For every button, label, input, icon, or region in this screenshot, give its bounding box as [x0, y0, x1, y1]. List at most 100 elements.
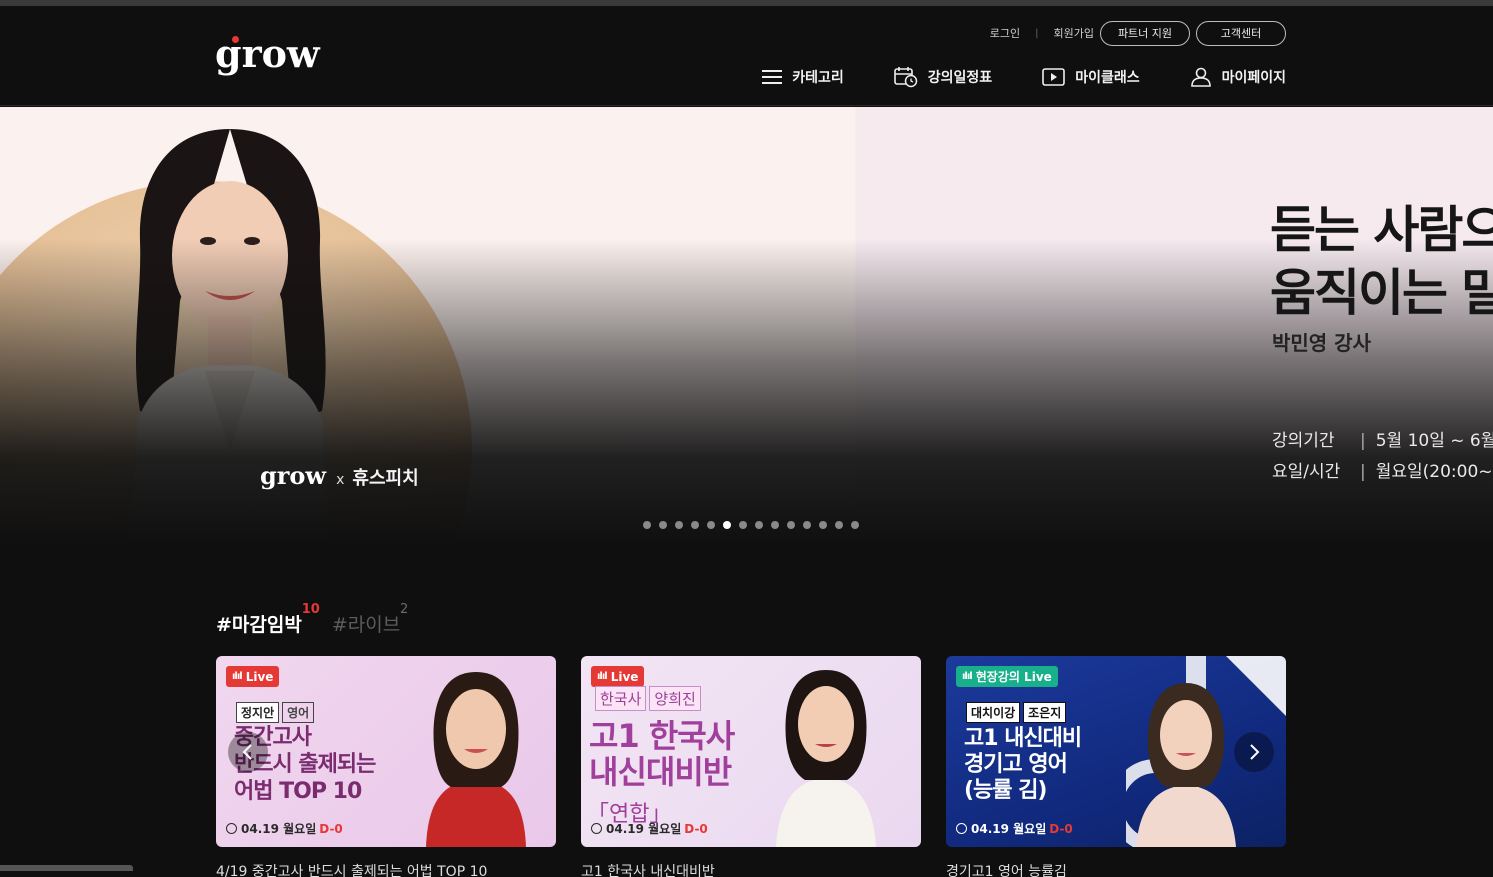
tab-label: #라이브: [332, 614, 400, 636]
subject-tag: 한국사: [595, 686, 646, 711]
headline-line: 고1 내신대비: [964, 726, 1081, 752]
course-carousel: ılılLive 정지안 영어 중간고사 반드시 출제되는 어법 TOP 10 …: [216, 656, 1311, 877]
d-day-badge: D-0: [1049, 822, 1073, 836]
course-thumbnail[interactable]: ılıl현장강의 Live 대치이강 조은지 고1 내신대비 경기고 영어 (능…: [946, 656, 1286, 847]
subject-tag: 영어: [282, 702, 314, 723]
carousel-dot[interactable]: [723, 521, 731, 529]
hero-period-row: 강의기간|5월 10일 ~ 6월: [1272, 426, 1493, 457]
instructor-tag: 양희진: [649, 686, 700, 711]
hero-gradient-overlay: [0, 107, 1493, 545]
course-card[interactable]: ılıl현장강의 Live 대치이강 조은지 고1 내신대비 경기고 영어 (능…: [946, 656, 1286, 877]
horizontal-scrollbar[interactable]: [0, 865, 133, 871]
menu-icon: [762, 69, 782, 85]
headline-line: (능률 김): [964, 778, 1081, 804]
nav-label-schedule: 강의일정표: [928, 67, 992, 87]
tab-live[interactable]: #라이브2: [332, 610, 400, 637]
carousel-pagination: [643, 521, 867, 529]
carousel-next-button[interactable]: [1234, 732, 1274, 772]
video-icon: [1042, 68, 1065, 86]
hero-collab-label: grow x 휴스피치: [260, 461, 419, 490]
logo-dot: [232, 36, 239, 43]
nav-label-category: 카테고리: [792, 67, 844, 87]
schedule-date: 04.19 월요일D-0: [226, 820, 343, 837]
grow-logo[interactable]: grow: [215, 34, 320, 74]
tab-label: #마감임박: [216, 614, 302, 636]
info-divider: |: [1360, 462, 1366, 482]
thumbnail-headline: 고1 내신대비 경기고 영어 (능률 김): [964, 726, 1081, 804]
date-text: 04.19 월요일: [606, 820, 681, 837]
collab-brand: grow: [260, 461, 326, 490]
hero-banner[interactable]: grow x 휴스피치 듣는 사람으 움직이는 말 박민영 강사 강의기간|5월…: [0, 107, 1493, 545]
nav-item-mypage[interactable]: 마이페이지: [1190, 67, 1286, 87]
carousel-dot[interactable]: [691, 521, 699, 529]
login-link[interactable]: 로그인: [990, 25, 1020, 41]
course-thumbnail[interactable]: ılılLive 정지안 영어 중간고사 반드시 출제되는 어법 TOP 10 …: [216, 656, 556, 847]
carousel-dot[interactable]: [707, 521, 715, 529]
live-badge-label: Live: [611, 670, 639, 684]
carousel-dot[interactable]: [819, 521, 827, 529]
nav-item-schedule[interactable]: 강의일정표: [894, 66, 992, 88]
date-text: 04.19 월요일: [241, 820, 316, 837]
hero-title-line2: 움직이는 말: [1270, 262, 1493, 325]
collab-partner: 휴스피치: [352, 464, 418, 490]
chevron-right-icon: [1247, 743, 1261, 761]
course-card[interactable]: ılılLive 한국사 양희진 고1 한국사 내신대비반 「연합」 04.19…: [581, 656, 921, 877]
carousel-dot[interactable]: [675, 521, 683, 529]
carousel-prev-button[interactable]: [228, 732, 268, 772]
carousel-dot[interactable]: [787, 521, 795, 529]
nav-item-myclass[interactable]: 마이클래스: [1042, 67, 1139, 87]
section-tabs: #마감임박10 #라이브2: [216, 610, 430, 637]
clock-icon: [956, 823, 967, 834]
instructor-photo: [761, 662, 891, 847]
carousel-dot[interactable]: [835, 521, 843, 529]
user-icon: [1190, 67, 1212, 87]
signup-link[interactable]: 회원가입: [1054, 25, 1094, 41]
time-label: 요일/시간: [1272, 457, 1352, 488]
course-title[interactable]: 경기고1 영어 능률김: [946, 861, 1286, 877]
hero-info: 강의기간|5월 10일 ~ 6월 요일/시간 | 월요일(20:00~2: [1272, 426, 1493, 488]
hero-title-line1: 듣는 사람으: [1270, 199, 1493, 262]
d-day-badge: D-0: [319, 822, 343, 836]
schedule-date: 04.19 월요일D-0: [956, 820, 1073, 837]
schedule-date: 04.19 월요일D-0: [591, 820, 708, 837]
carousel-dot[interactable]: [851, 521, 859, 529]
carousel-dot[interactable]: [643, 521, 651, 529]
audio-wave-icon: ılıl: [597, 671, 607, 682]
course-title[interactable]: 고1 한국사 내신대비반: [581, 861, 921, 877]
live-badge: ılıl Live: [591, 666, 644, 687]
instructor-photo: [406, 667, 546, 847]
hero-title: 듣는 사람으 움직이는 말: [1270, 199, 1493, 325]
carousel-dot[interactable]: [771, 521, 779, 529]
d-day-badge: D-0: [684, 822, 708, 836]
nav-item-category[interactable]: 카테고리: [762, 67, 844, 87]
instructor-tags: 대치이강 조은지: [966, 702, 1069, 723]
live-badge-label: Live: [246, 670, 274, 684]
course-title[interactable]: 4/19 중간고사 반드시 출제되는 어법 TOP 10: [216, 861, 556, 877]
headline-line: 어법 TOP 10: [234, 778, 375, 805]
thumbnail-headline: 고1 한국사 내신대비반: [589, 718, 734, 790]
live-badge: ılıl Live: [226, 666, 279, 687]
course-thumbnail[interactable]: ılılLive 한국사 양희진 고1 한국사 내신대비반 「연합」 04.19…: [581, 656, 921, 847]
carousel-dot[interactable]: [659, 521, 667, 529]
customer-center-button[interactable]: 고객센터: [1196, 21, 1286, 46]
date-text: 04.19 월요일: [971, 820, 1046, 837]
time-value: 월요일(20:00~2: [1376, 462, 1493, 482]
carousel-dot[interactable]: [803, 521, 811, 529]
carousel-dot[interactable]: [755, 521, 763, 529]
hero-time-row: 요일/시간 | 월요일(20:00~2: [1272, 457, 1493, 488]
calendar-icon: [894, 66, 918, 88]
tab-count: 10: [302, 602, 320, 617]
tab-closing-soon[interactable]: #마감임박10: [216, 610, 302, 637]
utility-links: 로그인 | 회원가입 파트너 지원 고객센터: [990, 20, 1286, 46]
course-card[interactable]: ılılLive 정지안 영어 중간고사 반드시 출제되는 어법 TOP 10 …: [216, 656, 556, 877]
chevron-left-icon: [241, 743, 255, 761]
site-header: grow 로그인 | 회원가입 파트너 지원 고객센터 카테고리 강의일정표 마…: [0, 6, 1493, 106]
audio-wave-icon: ılıl: [962, 671, 972, 682]
info-divider: |: [1360, 431, 1366, 451]
instructor-tags: 정지안 영어: [236, 702, 317, 723]
carousel-dot[interactable]: [739, 521, 747, 529]
headline-line: 내신대비반: [589, 754, 734, 790]
audio-wave-icon: ılıl: [232, 671, 242, 682]
clock-icon: [226, 823, 237, 834]
partner-support-button[interactable]: 파트너 지원: [1100, 21, 1190, 46]
